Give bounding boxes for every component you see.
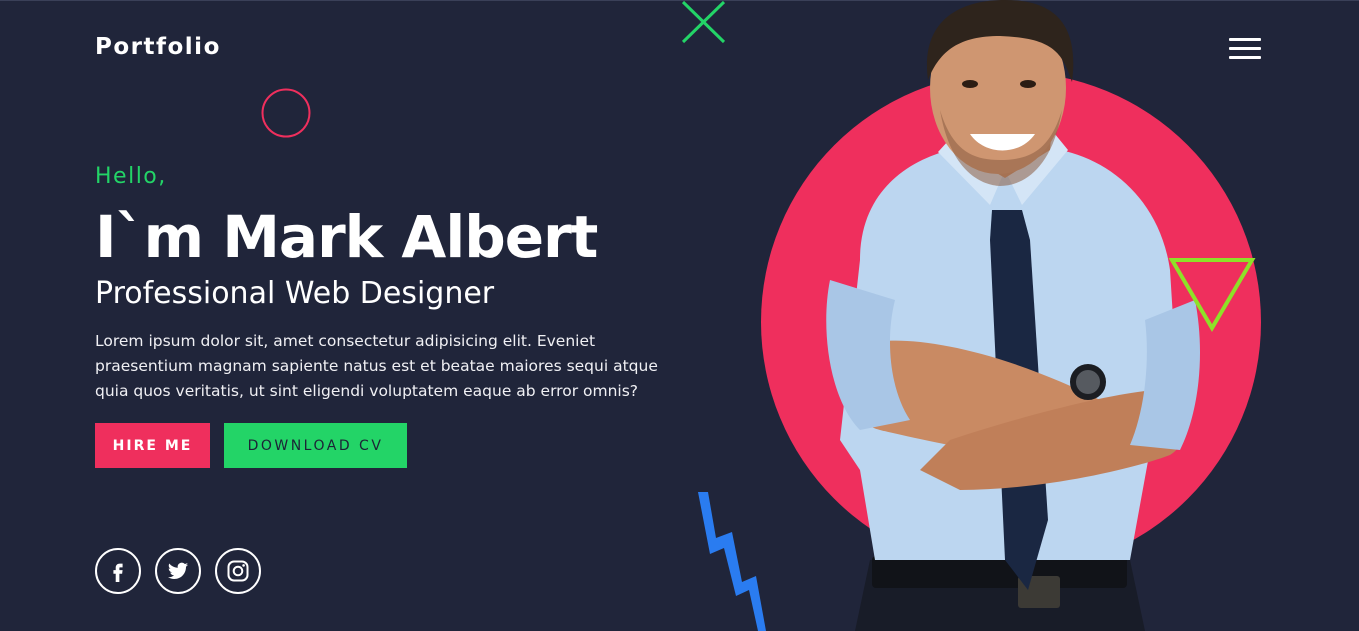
hero-role: Professional Web Designer <box>95 276 495 311</box>
menu-bar <box>1229 56 1261 59</box>
hero-page: Portfolio Hello, I`m Mark Albert Profess… <box>0 0 1359 631</box>
hire-me-button[interactable]: HIRE ME <box>95 423 210 468</box>
hamburger-menu-icon[interactable] <box>1229 38 1261 62</box>
facebook-icon <box>113 563 123 582</box>
zigzag-icon <box>698 492 766 631</box>
download-cv-button[interactable]: DOWNLOAD CV <box>224 423 407 468</box>
hero-name: I`m Mark Albert <box>95 203 598 271</box>
greeting-text: Hello, <box>95 164 167 189</box>
x-cross-icon <box>681 0 726 44</box>
portrait-photo <box>826 0 1200 631</box>
instagram-icon <box>227 560 249 582</box>
menu-bar <box>1229 38 1261 41</box>
instagram-link[interactable] <box>215 548 261 594</box>
ring-icon <box>261 88 311 138</box>
brand-logo[interactable]: Portfolio <box>95 34 221 60</box>
triangle-icon <box>1168 258 1256 332</box>
menu-bar <box>1229 47 1261 50</box>
hero-description: Lorem ipsum dolor sit, amet consectetur … <box>95 332 658 400</box>
twitter-icon <box>167 562 189 579</box>
facebook-link[interactable] <box>95 548 141 594</box>
twitter-link[interactable] <box>155 548 201 594</box>
